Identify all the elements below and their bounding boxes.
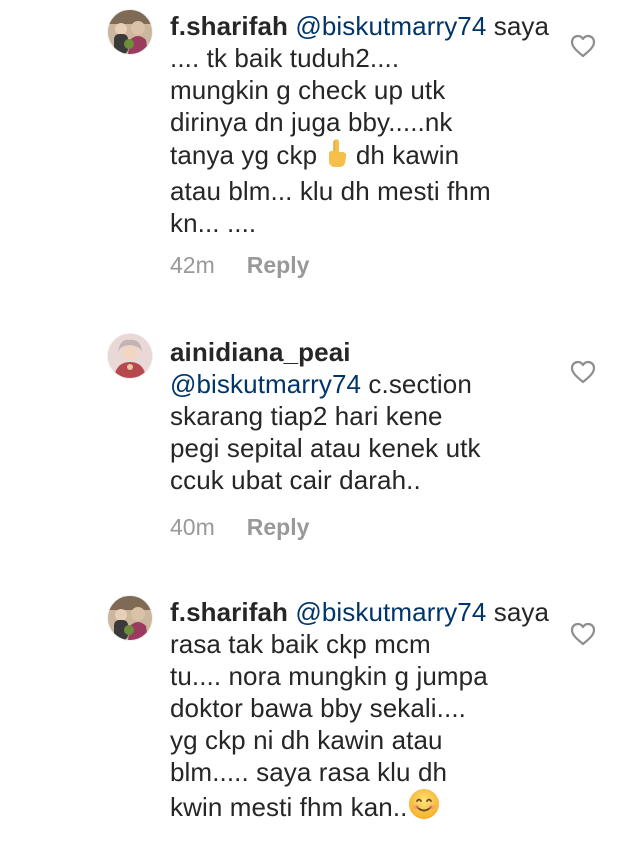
- like-heart-icon[interactable]: [570, 34, 596, 58]
- avatar[interactable]: [108, 334, 152, 378]
- comment-meta: 40m Reply: [170, 513, 309, 541]
- pointing-finger-icon: [325, 138, 349, 175]
- comment-username[interactable]: f.sharifah: [170, 11, 288, 41]
- comment-body: ainidiana_peai @biskutmarry74 c.section …: [170, 336, 570, 496]
- comment-item: ainidiana_peai @biskutmarry74 c.section …: [0, 330, 640, 560]
- comment-meta: 42m Reply: [170, 251, 309, 279]
- comment-item: f.sharifah @biskutmarry74 saya .... tk b…: [0, 0, 640, 300]
- comment-item: f.sharifah @biskutmarry74 saya rasa tak …: [0, 590, 640, 843]
- comment-timestamp: 42m: [170, 252, 215, 278]
- avatar[interactable]: [108, 596, 152, 640]
- comment-username[interactable]: ainidiana_peai: [170, 337, 351, 367]
- comment-timestamp: 40m: [170, 514, 215, 540]
- comment-mention[interactable]: @biskutmarry74: [295, 597, 486, 627]
- smiling-face-icon: [408, 788, 440, 827]
- avatar-photo-icon: [108, 10, 152, 54]
- like-heart-icon[interactable]: [570, 622, 596, 646]
- comment-mention[interactable]: @biskutmarry74: [170, 369, 361, 399]
- like-heart-icon[interactable]: [570, 360, 596, 384]
- avatar[interactable]: [108, 10, 152, 54]
- avatar-photo-icon: [108, 596, 152, 640]
- comment-body: f.sharifah @biskutmarry74 saya rasa tak …: [170, 596, 570, 827]
- comment-body: f.sharifah @biskutmarry74 saya .... tk b…: [170, 10, 570, 239]
- comment-text: saya rasa tak baik ckp mcm tu.... nora m…: [170, 597, 550, 822]
- avatar-photo-icon: [108, 334, 152, 378]
- reply-button[interactable]: Reply: [247, 514, 310, 540]
- reply-button[interactable]: Reply: [247, 252, 310, 278]
- comment-mention[interactable]: @biskutmarry74: [295, 11, 486, 41]
- comment-username[interactable]: f.sharifah: [170, 597, 288, 627]
